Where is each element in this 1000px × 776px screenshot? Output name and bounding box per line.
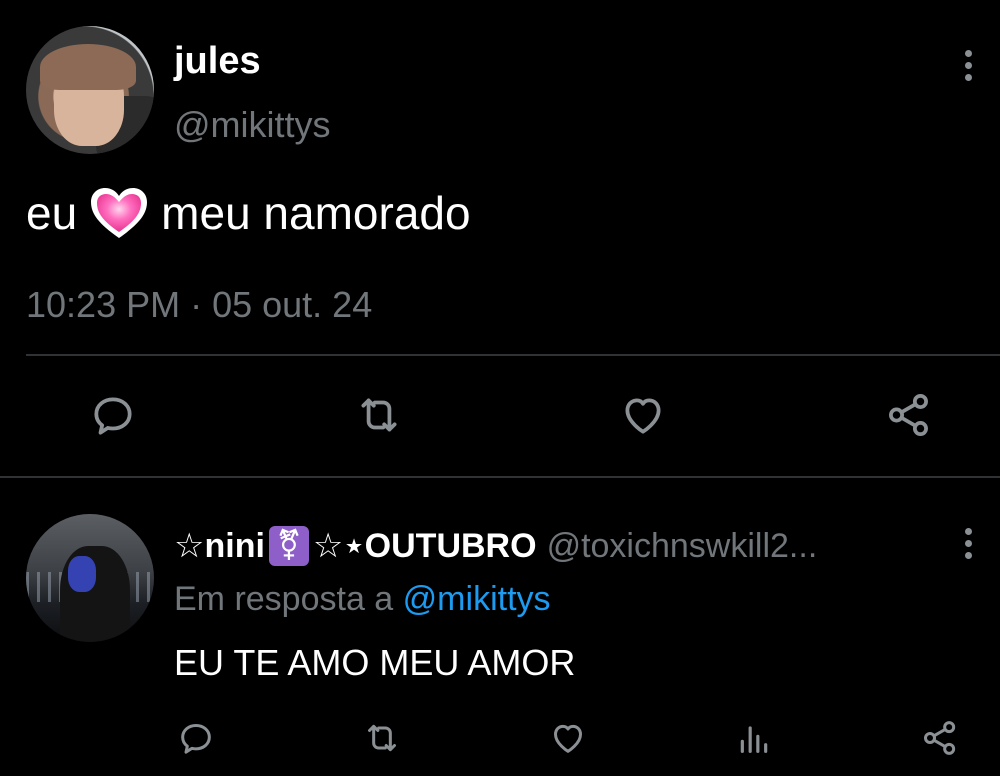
main-tweet[interactable]: jules @mikittys eu meu namorado 10:23 PM… [0,0,1000,478]
author-name-suffix: ☆⋆OUTUBRO [312,527,537,565]
author-name-prefix: ☆nini [174,527,265,565]
author-handle[interactable]: @toxichnswkill2... [547,527,818,566]
transgender-symbol-icon: ⚧ [268,526,309,566]
tweet-text: eu meu namorado [26,186,471,240]
reply-icon[interactable] [88,390,138,440]
reply-header: ☆nini ⚧ ☆⋆OUTUBRO @toxichnswkill2... [174,526,817,566]
avatar[interactable] [26,514,154,642]
share-icon[interactable] [884,390,934,440]
avatar[interactable] [26,26,154,154]
author-handle[interactable]: @mikittys [174,104,331,146]
views-icon[interactable] [734,718,774,758]
reply-to-label: Em resposta a [174,580,394,618]
share-icon[interactable] [920,718,960,758]
tweet-text-after: meu namorado [161,187,471,239]
pink-heart-emoji-icon [89,186,149,240]
reply-text: EU TE AMO MEU AMOR [174,642,576,683]
tweet-actions [0,390,1000,440]
like-icon[interactable] [548,718,588,758]
retweet-icon[interactable] [354,390,404,440]
more-options-icon[interactable] [958,528,978,564]
author-name[interactable]: ☆nini ⚧ ☆⋆OUTUBRO [174,526,537,566]
timestamp[interactable]: 10:23 PM · 05 out. 24 [26,284,372,326]
reply-actions [0,718,1000,758]
tweet-text-before: eu [26,187,78,239]
reply-tweet[interactable]: ☆nini ⚧ ☆⋆OUTUBRO @toxichnswkill2... Em … [0,478,1000,776]
more-options-icon[interactable] [958,50,978,86]
like-icon[interactable] [618,390,668,440]
reply-to: Em resposta a @mikittys [174,580,551,619]
reply-to-mention[interactable]: @mikittys [403,580,551,618]
author-name[interactable]: jules [174,40,261,83]
divider [26,354,1000,356]
reply-icon[interactable] [176,718,216,758]
retweet-icon[interactable] [362,718,402,758]
